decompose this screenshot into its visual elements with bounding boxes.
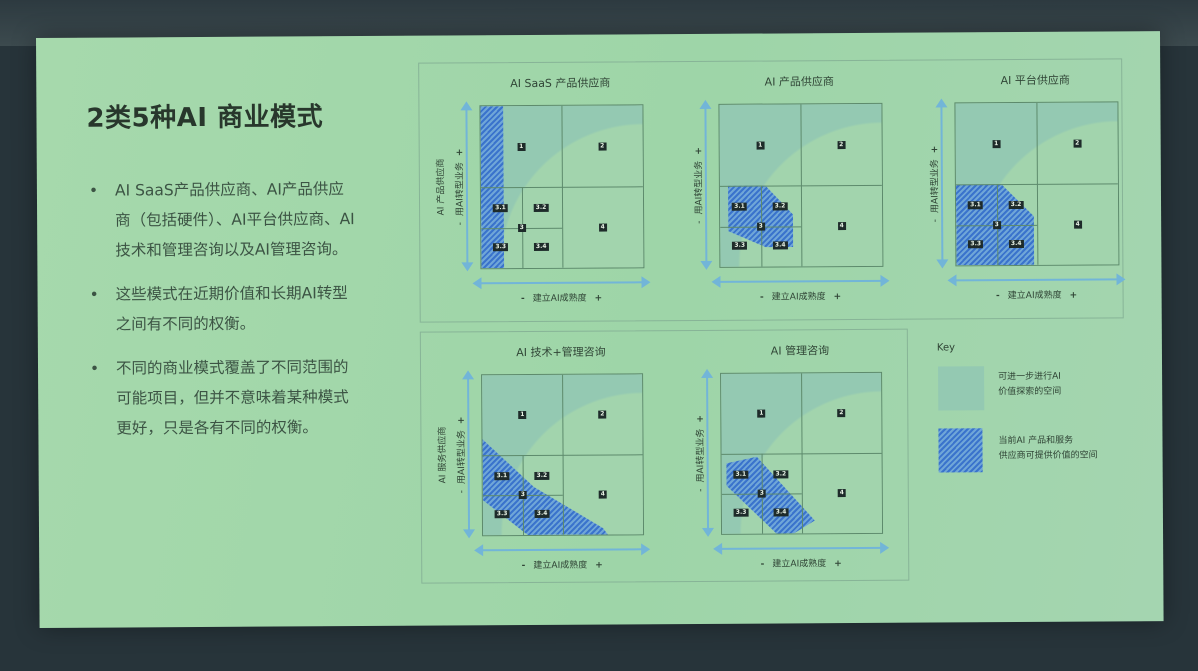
- cell-badge: 3: [757, 489, 766, 498]
- cell-badge: 4: [598, 223, 607, 232]
- cell-badge: 3.1: [733, 470, 749, 479]
- x-axis-label: - 建立AI成熟度 +: [760, 559, 842, 570]
- matrix-panel: AI 平台供应商 1 2 4 3.1 3.2 3 3.3 3.4 -用AI转型业务+ - 建立AI成熟…: [920, 71, 1137, 304]
- slide: 2类5种AI 商业模式 AI SaaS产品供应商、AI产品供应商（包括硬件）、A…: [36, 31, 1164, 628]
- x-axis-arrow: [480, 281, 643, 285]
- slide-title: 2类5种AI 商业模式: [86, 102, 324, 134]
- y-axis-label: -用AI转型业务+: [930, 145, 941, 223]
- cell-badge: 1: [992, 139, 1001, 148]
- cell-badge: 3.3: [493, 243, 509, 252]
- cell-badge: 4: [1073, 220, 1082, 229]
- cell-badge: 3.1: [493, 204, 508, 213]
- y-axis-arrow: [465, 109, 469, 264]
- panel-title: AI 技术+管理咨询: [516, 345, 606, 360]
- cell-badge: 3.1: [968, 201, 983, 210]
- panel-title: AI 管理咨询: [770, 344, 830, 358]
- cell-badge: 2: [598, 142, 607, 151]
- cell-badge: 3: [992, 220, 1001, 229]
- matrix-panel: AI 产品供应商 1 2 4 3.1 3.2 3 3.3 3.4 -用AI转型业务+ - 建立AI成熟…: [684, 73, 901, 306]
- y-axis-label: -用AI转型业务+: [695, 415, 707, 492]
- key-text-explore: 可进一步进行AI 价值探索的空间: [998, 371, 1062, 398]
- cell-badge: 3.4: [533, 242, 549, 251]
- key-swatch-current: [938, 428, 983, 473]
- cell-badge: 4: [837, 221, 846, 230]
- cell-badge: 2: [598, 410, 607, 419]
- matrix-grid: 1 2 4 3.1 3.2 3 3.3 3.4: [954, 101, 1120, 267]
- cell-badge: 3.3: [732, 241, 748, 250]
- x-axis-label: - 建立AI成熟度 +: [996, 290, 1078, 302]
- matrix-grid: 1 2 4 3.1 3.2 3 3.3 3.4: [479, 104, 645, 270]
- bullet-list: AI SaaS产品供应商、AI产品供应商（包括硬件）、AI平台供应商、AI技术和…: [85, 174, 359, 458]
- cell-badge: 3.2: [533, 203, 549, 213]
- matrix-panel: AI SaaS 产品供应商 1 2 4 3.1 3.2 3 3.3 3.4 -用AI转型业务+ AI…: [436, 74, 662, 307]
- cell-badge: 3.2: [772, 202, 788, 211]
- outer-y-label: AI 服务供应商: [437, 426, 449, 484]
- y-axis-arrow: [706, 376, 710, 529]
- cell-badge: 2: [837, 409, 846, 418]
- cell-badge: 1: [518, 411, 527, 420]
- matrix-grid: 1 2 4 3.1 3.2 3 3.3 3.4: [718, 102, 884, 268]
- bullet-item: AI SaaS产品供应商、AI产品供应商（包括硬件）、AI平台供应商、AI技术和…: [85, 174, 358, 266]
- x-axis-label: - 建立AI成熟度 +: [521, 293, 603, 305]
- cell-badge: 3: [518, 491, 527, 500]
- y-axis-label: -用AI转型业务+: [456, 416, 468, 494]
- panel-title: AI 平台供应商: [1000, 73, 1070, 88]
- outer-y-label: AI 产品供应商: [436, 158, 447, 216]
- cell-badge: 3.1: [494, 471, 510, 481]
- cell-badge: 3.4: [534, 510, 550, 519]
- bullet-item: 不同的商业模式覆盖了不同范围的可能项目，但并不意味着某种模式更好，只是各有不同的…: [86, 352, 359, 444]
- matrix-panel: AI 技术+管理咨询 1 2 4 3.1 3.2 3 3.3 3.4 -用AI转型业务+ AI 服务…: [438, 343, 662, 574]
- y-axis-label: -用AI转型业务+: [455, 148, 466, 226]
- cell-badge: 3.2: [534, 471, 550, 480]
- cell-badge: 3.3: [494, 510, 510, 519]
- x-axis-label: - 建立AI成熟度 +: [521, 560, 603, 572]
- cell-badge: 4: [598, 490, 607, 499]
- matrix-panel: AI 管理咨询 1 2 4 3.1 3.2 3 3.3 3.4 -用AI转型业务+ - 建立AI成熟度…: [686, 342, 901, 573]
- key-swatch-explore: [938, 366, 985, 411]
- cell-badge: 3.2: [1008, 201, 1024, 210]
- cell-badge: 1: [757, 409, 766, 418]
- x-axis-arrow: [482, 548, 643, 552]
- matrix-grid: 1 2 4 3.1 3.2 3 3.3 3.4: [481, 373, 645, 537]
- cell-badge: 4: [837, 489, 846, 498]
- cell-badge: 3: [517, 223, 526, 232]
- y-axis-label: -用AI转型业务+: [694, 147, 705, 224]
- bullet-item: 这些模式在近期价值和长期AI转型之间有不同的权衡。: [85, 278, 357, 340]
- cell-badge: 1: [756, 141, 765, 150]
- key-title: Key: [936, 342, 956, 354]
- cell-badge: 3.2: [773, 470, 789, 479]
- panel-title: AI 产品供应商: [764, 75, 834, 89]
- panel-title: AI SaaS 产品供应商: [510, 76, 611, 91]
- x-axis-label: - 建立AI成熟度 +: [760, 292, 842, 303]
- key-text-current: 当前AI 产品和服务 供应商可提供价值的空间: [998, 435, 1098, 462]
- x-axis-arrow: [955, 278, 1118, 282]
- y-axis-arrow: [704, 107, 708, 262]
- cell-badge: 3.3: [733, 508, 749, 517]
- x-axis-arrow: [719, 279, 882, 283]
- cell-badge: 2: [1073, 139, 1082, 148]
- matrix-grid: 1 2 4 3.1 3.2 3 3.3 3.4: [720, 371, 884, 535]
- cell-badge: 3.3: [968, 240, 984, 249]
- cell-badge: 3.4: [773, 508, 789, 517]
- cell-badge: 3.4: [1008, 239, 1024, 248]
- x-axis-arrow: [721, 546, 882, 550]
- y-axis-arrow: [940, 106, 944, 261]
- cell-badge: 3: [756, 222, 765, 231]
- cell-badge: 2: [837, 140, 846, 149]
- y-axis-arrow: [467, 378, 471, 531]
- cell-badge: 1: [517, 142, 526, 151]
- cell-badge: 3.1: [732, 202, 747, 211]
- cell-badge: 3.4: [772, 241, 788, 250]
